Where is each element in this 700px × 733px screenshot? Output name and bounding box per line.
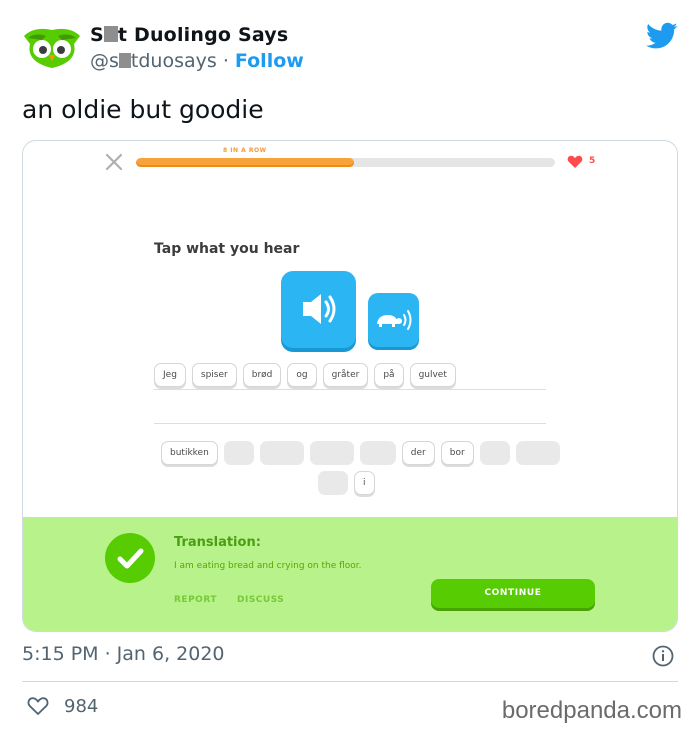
tweet-text: an oldie but goodie bbox=[22, 95, 264, 124]
censor-block bbox=[118, 53, 131, 68]
answer-line bbox=[154, 423, 546, 424]
word-bank-slot-empty bbox=[515, 441, 560, 465]
word-bank-slot-empty bbox=[259, 441, 304, 465]
checkmark-icon bbox=[117, 548, 144, 569]
report-button[interactable]: REPORT bbox=[174, 595, 217, 605]
word-token[interactable]: på bbox=[374, 363, 404, 387]
progress-fill bbox=[136, 158, 354, 167]
word-bank-row: i bbox=[318, 471, 375, 495]
handle-end: tduosays bbox=[130, 50, 217, 72]
exercise-prompt: Tap what you hear bbox=[154, 241, 300, 257]
streak-label: 8 IN A ROW bbox=[223, 147, 267, 154]
discuss-button[interactable]: DISCUSS bbox=[237, 595, 284, 605]
separator-dot: · bbox=[222, 50, 229, 72]
word-token[interactable]: butikken bbox=[161, 441, 218, 465]
word-bank-slot-empty bbox=[309, 441, 354, 465]
word-bank-slot-empty bbox=[318, 471, 348, 495]
word-bank-slot-empty bbox=[359, 441, 396, 465]
censor-block bbox=[103, 26, 118, 42]
word-token[interactable]: gråter bbox=[322, 363, 369, 387]
word-token[interactable]: der bbox=[401, 441, 435, 465]
close-icon[interactable] bbox=[105, 153, 123, 171]
answer-token-row: Jeg spiser brød og gråter på gulvet bbox=[154, 363, 456, 387]
correct-answer-panel: Translation: I am eating bread and cryin… bbox=[23, 517, 677, 631]
watermark: boredpanda.com bbox=[501, 697, 682, 724]
heart-icon bbox=[567, 155, 583, 168]
twitter-bird-icon[interactable] bbox=[646, 22, 678, 50]
word-token[interactable]: i bbox=[354, 471, 375, 495]
continue-button[interactable]: CONTINUE bbox=[431, 579, 595, 608]
word-bank-row: butikken der bor bbox=[161, 441, 560, 465]
translation-title: Translation: bbox=[174, 535, 261, 550]
like-count: 984 bbox=[64, 696, 99, 717]
author-name[interactable]: St Duolingo Says bbox=[90, 24, 288, 46]
lesson-progress-bar bbox=[136, 158, 555, 167]
play-slow-audio-button[interactable] bbox=[368, 293, 419, 347]
follow-button[interactable]: Follow bbox=[235, 50, 304, 72]
translation-text: I am eating bread and crying on the floo… bbox=[174, 561, 362, 571]
tweet-timestamp[interactable]: 5:15 PM · Jan 6, 2020 bbox=[22, 643, 225, 665]
word-token[interactable]: brød bbox=[242, 363, 282, 387]
word-token[interactable]: og bbox=[287, 363, 317, 387]
author-name-start: S bbox=[90, 24, 104, 46]
tweet-media-card[interactable]: 8 IN A ROW 5 Tap what you hear Jeg spiser… bbox=[22, 140, 678, 632]
word-bank-slot-empty bbox=[479, 441, 510, 465]
handle-start: @s bbox=[90, 50, 119, 72]
word-token[interactable]: bor bbox=[440, 441, 474, 465]
speaker-icon bbox=[303, 294, 336, 324]
author-name-end: t Duolingo Says bbox=[117, 24, 289, 46]
word-token[interactable]: gulvet bbox=[409, 363, 456, 387]
info-icon[interactable] bbox=[652, 645, 674, 667]
owl-avatar[interactable] bbox=[22, 22, 82, 72]
like-heart-icon[interactable] bbox=[27, 696, 49, 716]
word-bank-slot-empty bbox=[223, 441, 254, 465]
answer-line bbox=[154, 389, 546, 390]
word-token[interactable]: spiser bbox=[191, 363, 237, 387]
author-handle-line: @s tduosays · Follow bbox=[90, 50, 304, 72]
word-token[interactable]: Jeg bbox=[154, 363, 186, 387]
turtle-speaker-icon bbox=[377, 310, 412, 330]
divider bbox=[22, 681, 678, 682]
play-audio-button[interactable] bbox=[281, 271, 356, 348]
correct-badge bbox=[105, 533, 155, 583]
hearts-count: 5 bbox=[589, 156, 596, 166]
